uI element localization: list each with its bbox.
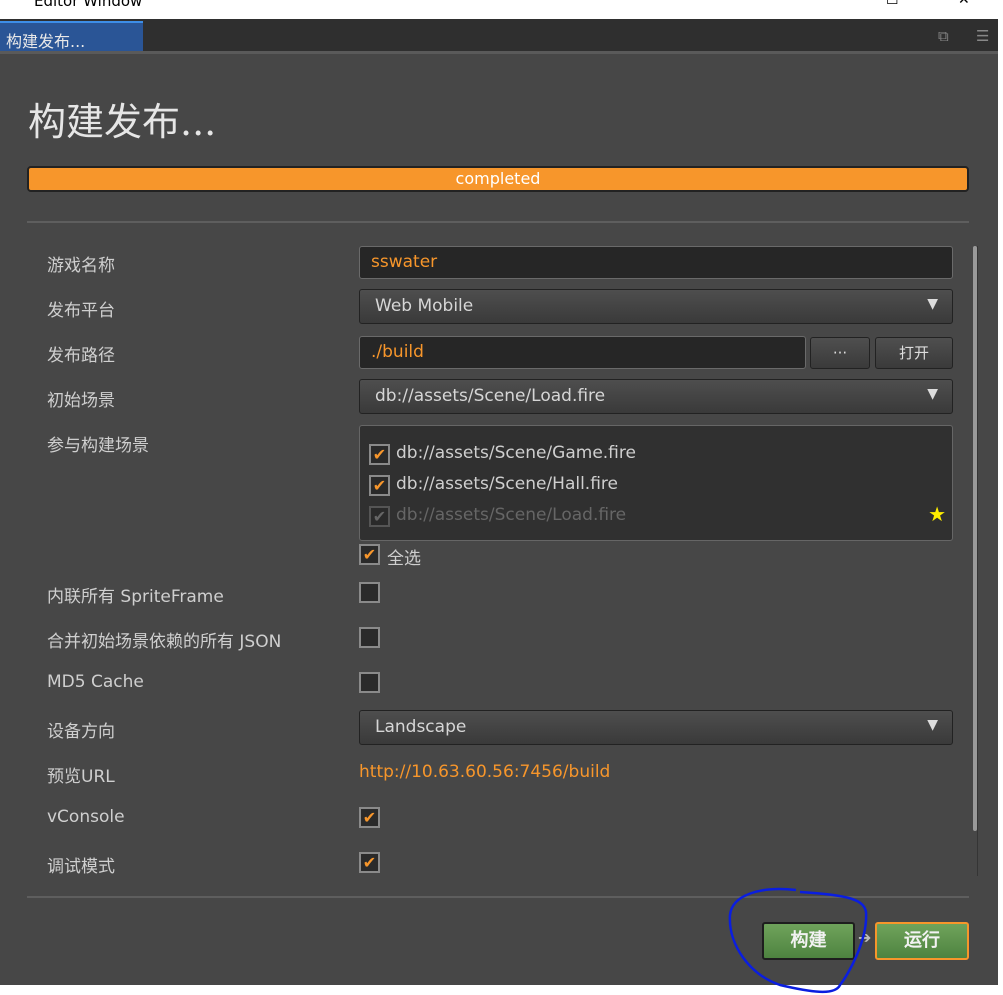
annotation-circle — [728, 887, 868, 994]
